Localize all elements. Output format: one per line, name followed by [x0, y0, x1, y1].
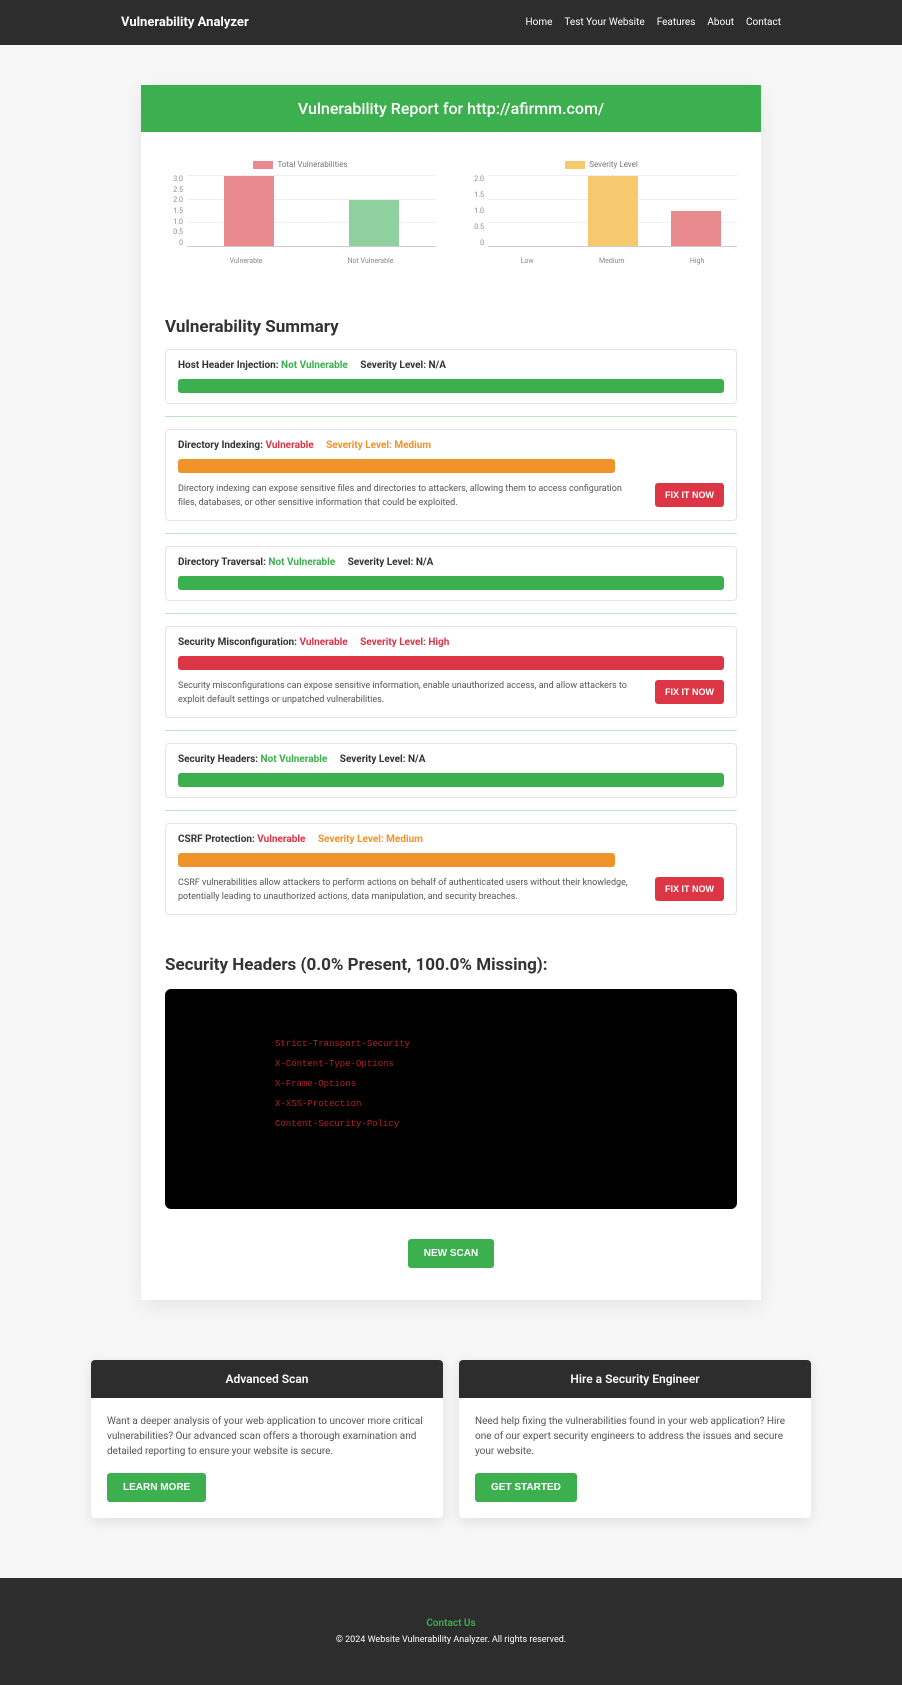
- security-header-item: X-Content-Type-Options: [195, 1059, 707, 1069]
- vuln-bar: [178, 576, 724, 590]
- card-title: Hire a Security Engineer: [459, 1360, 811, 1398]
- vuln-card: Host Header Injection: Not Vulnerable Se…: [165, 349, 737, 404]
- vuln-card: Directory Indexing: Vulnerable Severity …: [165, 429, 737, 521]
- card-hire-engineer: Hire a Security Engineer Need help fixin…: [459, 1360, 811, 1518]
- nav-contact[interactable]: Contact: [746, 17, 781, 28]
- vuln-name: Directory Indexing:: [178, 440, 263, 451]
- headers-section: Security Headers (0.0% Present, 100.0% M…: [141, 955, 761, 1209]
- nav-links: Home Test Your Website Features About Co…: [525, 17, 781, 28]
- nav-home[interactable]: Home: [525, 17, 552, 28]
- vuln-name: CSRF Protection:: [178, 834, 255, 845]
- footer-copyright: © 2024 Website Vulnerability Analyzer. A…: [0, 1635, 902, 1645]
- vuln-name: Security Headers:: [178, 754, 258, 765]
- vuln-severity: Severity Level: High: [360, 637, 449, 648]
- bar-medium: [588, 176, 638, 246]
- bar-not-vulnerable: [349, 200, 399, 246]
- get-started-button[interactable]: GET STARTED: [475, 1473, 577, 1502]
- report-container: Vulnerability Report for http://afirmm.c…: [141, 85, 761, 1300]
- legend-swatch: [565, 161, 585, 169]
- legend-label: Severity Level: [589, 160, 638, 169]
- card-advanced-scan: Advanced Scan Want a deeper analysis of …: [91, 1360, 443, 1518]
- headers-terminal: Strict-Transport-Security X-Content-Type-…: [165, 989, 737, 1209]
- vuln-name: Host Header Injection:: [178, 360, 279, 371]
- learn-more-button[interactable]: LEARN MORE: [107, 1473, 206, 1502]
- cta-cards: Advanced Scan Want a deeper analysis of …: [71, 1360, 831, 1518]
- brand[interactable]: Vulnerability Analyzer: [121, 15, 249, 30]
- vuln-status: Vulnerable: [257, 834, 305, 845]
- chart-severity: Severity Level 2.0 1.5 1.0 0.5 0 Low Med…: [466, 160, 737, 265]
- nav-about[interactable]: About: [707, 17, 734, 28]
- vuln-status: Not Vulnerable: [281, 360, 348, 371]
- vuln-name: Directory Traversal:: [178, 557, 266, 568]
- vuln-severity: Severity Level: N/A: [340, 754, 426, 765]
- navbar: Vulnerability Analyzer Home Test Your We…: [0, 0, 902, 45]
- vuln-severity: Severity Level: N/A: [348, 557, 434, 568]
- security-header-item: Strict-Transport-Security: [195, 1039, 707, 1049]
- vuln-description: CSRF vulnerabilities allow attackers to …: [178, 877, 641, 904]
- card-text: Want a deeper analysis of your web appli…: [107, 1414, 427, 1459]
- bar-high: [671, 211, 721, 246]
- vuln-bar: [178, 656, 724, 670]
- vuln-severity: Severity Level: Medium: [326, 440, 431, 451]
- fix-it-button[interactable]: FIX IT NOW: [655, 877, 724, 901]
- vuln-status: Not Vulnerable: [268, 557, 335, 568]
- vuln-bar: [178, 853, 615, 867]
- nav-test[interactable]: Test Your Website: [564, 17, 644, 28]
- vuln-bar: [178, 459, 615, 473]
- vuln-severity: Severity Level: N/A: [360, 360, 446, 371]
- nav-features[interactable]: Features: [657, 17, 696, 28]
- vuln-card: CSRF Protection: Vulnerable Severity Lev…: [165, 823, 737, 915]
- legend-swatch: [253, 161, 273, 169]
- legend-label: Total Vulnerabilities: [277, 160, 347, 169]
- bar-vulnerable: [224, 176, 274, 246]
- vuln-status: Vulnerable: [299, 637, 347, 648]
- security-header-item: X-Frame-Options: [195, 1079, 707, 1089]
- card-title: Advanced Scan: [91, 1360, 443, 1398]
- chart-total-vulns: Total Vulnerabilities 3.0 2.5 2.0 1.5 1.…: [165, 160, 436, 265]
- footer-contact-link[interactable]: Contact Us: [0, 1618, 902, 1629]
- vuln-bar: [178, 379, 724, 393]
- footer: Contact Us © 2024 Website Vulnerability …: [0, 1578, 902, 1685]
- vuln-status: Not Vulnerable: [261, 754, 328, 765]
- vuln-name: Security Misconfiguration:: [178, 637, 297, 648]
- charts-row: Total Vulnerabilities 3.0 2.5 2.0 1.5 1.…: [141, 132, 761, 277]
- vuln-description: Security misconfigurations can expose se…: [178, 680, 641, 707]
- vuln-severity: Severity Level: Medium: [318, 834, 423, 845]
- vuln-card: Security Headers: Not Vulnerable Severit…: [165, 743, 737, 798]
- report-title: Vulnerability Report for http://afirmm.c…: [141, 85, 761, 132]
- security-header-item: Content-Security-Policy: [195, 1119, 707, 1129]
- headers-title: Security Headers (0.0% Present, 100.0% M…: [165, 955, 737, 975]
- vuln-status: Vulnerable: [265, 440, 313, 451]
- vuln-bar: [178, 773, 724, 787]
- fix-it-button[interactable]: FIX IT NOW: [655, 483, 724, 507]
- vuln-card: Directory Traversal: Not Vulnerable Seve…: [165, 546, 737, 601]
- vuln-description: Directory indexing can expose sensitive …: [178, 483, 641, 510]
- card-text: Need help fixing the vulnerabilities fou…: [475, 1414, 795, 1459]
- vuln-card: Security Misconfiguration: Vulnerable Se…: [165, 626, 737, 718]
- summary-title: Vulnerability Summary: [165, 317, 737, 337]
- new-scan-button[interactable]: NEW SCAN: [408, 1239, 494, 1268]
- vuln-summary-section: Vulnerability Summary Host Header Inject…: [141, 317, 761, 915]
- fix-it-button[interactable]: FIX IT NOW: [655, 680, 724, 704]
- security-header-item: X-XSS-Protection: [195, 1099, 707, 1109]
